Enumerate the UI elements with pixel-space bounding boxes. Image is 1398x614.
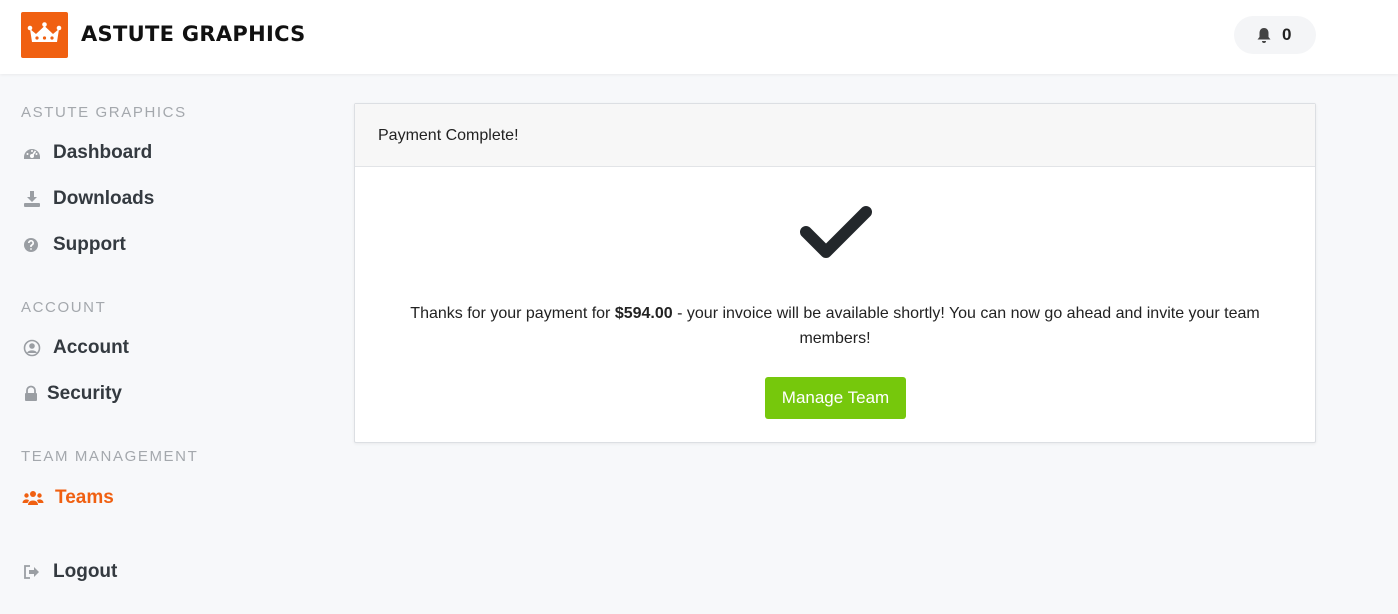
sidebar-item-label: Downloads <box>53 188 155 209</box>
section-title-account: ACCOUNT <box>21 299 107 316</box>
sign-out-icon <box>24 565 39 579</box>
manage-team-button[interactable]: Manage Team <box>765 377 906 419</box>
sidebar-item-security[interactable]: Security <box>21 381 291 407</box>
notifications-button[interactable]: 0 <box>1234 16 1316 54</box>
sidebar-item-downloads[interactable]: Downloads <box>21 186 291 212</box>
sidebar-item-support[interactable]: Support <box>21 232 291 258</box>
sidebar-item-label: Logout <box>53 561 118 582</box>
user-circle-icon <box>23 339 41 357</box>
sidebar-item-logout[interactable]: Logout <box>21 559 291 585</box>
sidebar-item-label: Teams <box>55 487 114 508</box>
payment-amount: $594.00 <box>614 305 673 322</box>
question-circle-icon <box>24 238 38 252</box>
dashboard-icon <box>24 149 40 159</box>
download-icon <box>24 191 40 207</box>
message-text: Thanks for your payment for <box>410 305 615 322</box>
bell-icon <box>1257 28 1271 43</box>
sidebar-item-dashboard[interactable]: Dashboard <box>21 140 291 166</box>
section-title-team-management: TEAM MANAGEMENT <box>21 448 199 465</box>
sidebar-item-account[interactable]: Account <box>21 335 291 361</box>
card-header: Payment Complete! <box>355 104 1315 167</box>
message-text-continued: - your invoice will be available shortly… <box>672 305 1260 347</box>
sidebar-item-label: Account <box>53 337 129 358</box>
lock-icon <box>25 385 37 401</box>
card-title: Payment Complete! <box>378 127 519 144</box>
sidebar-item-label: Security <box>47 383 122 404</box>
top-bar: ASTUTE GRAPHICS 0 <box>0 0 1398 74</box>
checkmark-icon <box>800 206 872 258</box>
payment-card: Payment Complete! Thanks for your paymen… <box>354 103 1316 443</box>
sidebar-item-teams[interactable]: Teams <box>21 485 291 511</box>
brand-name[interactable]: ASTUTE GRAPHICS <box>81 20 306 48</box>
payment-message: Thanks for your payment for $594.00 - yo… <box>375 301 1295 351</box>
sidebar: ASTUTE GRAPHICS Dashboard Downloads Supp… <box>0 74 320 614</box>
users-icon <box>22 491 44 505</box>
crown-icon[interactable] <box>21 12 68 58</box>
sidebar-item-label: Support <box>53 234 126 255</box>
sidebar-item-label: Dashboard <box>53 142 153 163</box>
notification-count: 0 <box>1282 25 1292 44</box>
section-title-astute-graphics: ASTUTE GRAPHICS <box>21 104 187 121</box>
